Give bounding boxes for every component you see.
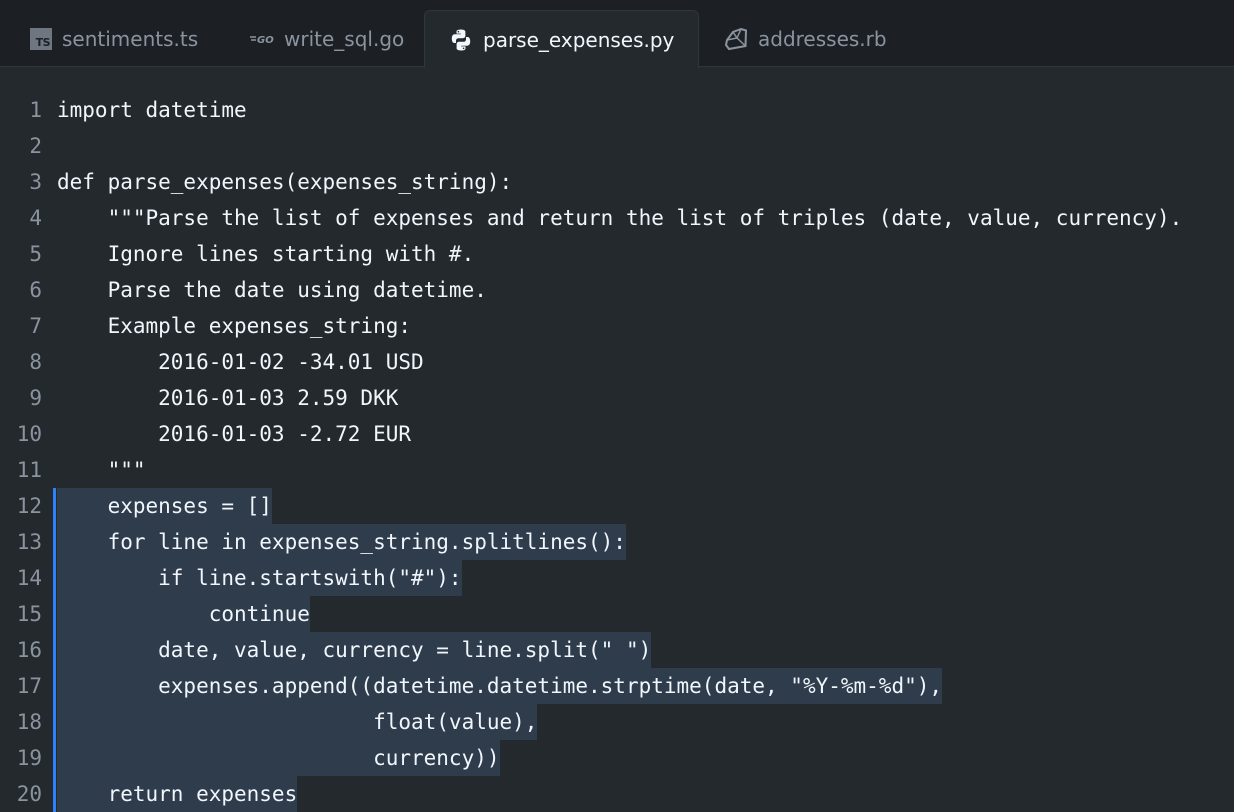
code-line: 9 2016-01-03 2.59 DKK [0,380,1234,416]
svg-text:GO: GO [257,35,274,46]
selection-bar [53,596,56,632]
line-number: 14 [16,566,42,590]
selection-bar [53,560,56,596]
code-text: return expenses [57,776,298,812]
selection-bar [53,632,56,668]
code-line: 2 [0,128,1234,164]
typescript-icon: TS [30,27,52,50]
tab-label: sentiments.ts [62,26,199,51]
line-number: 20 [16,782,42,806]
code-text: import datetime [57,98,247,122]
selection-bar [53,524,56,560]
line-number: 6 [29,278,42,302]
python-icon [449,28,473,52]
code-text: expenses.append((datetime.datetime.strpt… [57,668,943,704]
code-text: float(value), [57,704,538,740]
code-line-selected: 15 continue [0,596,1234,632]
selection-bar [53,704,56,740]
tab-write-sql-go[interactable]: GO write_sql.go [250,10,404,67]
tab-addresses-rb[interactable]: addresses.rb [724,10,887,67]
code-line: 6 Parse the date using datetime. [0,272,1234,308]
code-text: if line.startswith("#"): [57,560,462,596]
code-line-selected: 18 float(value), [0,704,1234,740]
code-text: currency)) [57,740,500,776]
tab-label: parse_expenses.py [483,27,675,52]
line-number: 2 [29,134,42,158]
code-text: Example expenses_string: [57,314,412,338]
selection-bar [53,488,56,524]
code-line: 11 """ [0,452,1234,488]
code-line: 10 2016-01-03 -2.72 EUR [0,416,1234,452]
code-line-selected: 17 expenses.append((datetime.datetime.st… [0,668,1234,704]
code-editor[interactable]: 1 import datetime 2 3 def parse_expenses(e… [0,92,1234,812]
line-number: 19 [16,746,42,770]
code-text: Parse the date using datetime. [57,278,487,302]
code-line: 5 Ignore lines starting with #. [0,236,1234,272]
code-text: """Parse the list of expenses and return… [57,206,1183,230]
line-number: 9 [29,386,42,410]
code-text: date, value, currency = line.split(" ") [57,632,652,668]
code-line: 4 """Parse the list of expenses and retu… [0,200,1234,236]
code-line: 1 import datetime [0,92,1234,128]
line-number: 10 [16,422,42,446]
code-line: 8 2016-01-02 -34.01 USD [0,344,1234,380]
code-line-selected: 16 date, value, currency = line.split(" … [0,632,1234,668]
line-number: 3 [29,170,42,194]
code-line-selected: 19 currency)) [0,740,1234,776]
code-text: def parse_expenses(expenses_string): [57,170,513,194]
go-icon: GO [250,32,274,46]
selection-bar [53,776,56,812]
tab-bar: TS sentiments.ts GO write_sql.go parse_e… [0,0,1234,68]
line-number: 7 [29,314,42,338]
line-number: 18 [16,710,42,734]
code-line-selected: 20 return expenses [0,776,1234,812]
line-number: 8 [29,350,42,374]
line-number: 15 [16,602,42,626]
selection-bar [53,668,56,704]
selection-bar [53,740,56,776]
code-line: 7 Example expenses_string: [0,308,1234,344]
tab-label: addresses.rb [758,26,887,51]
tab-label: write_sql.go [284,26,405,51]
code-line: 3 def parse_expenses(expenses_string): [0,164,1234,200]
line-number: 4 [29,206,42,230]
ruby-icon [724,27,748,51]
line-number: 13 [16,530,42,554]
line-number: 1 [29,98,42,122]
code-line-selected: 13 for line in expenses_string.splitline… [0,524,1234,560]
code-text: """ [57,458,146,482]
tab-sentiments-ts[interactable]: TS sentiments.ts [30,10,198,67]
code-text: 2016-01-03 2.59 DKK [57,386,399,410]
code-line-selected: 14 if line.startswith("#"): [0,560,1234,596]
code-text: 2016-01-02 -34.01 USD [57,350,424,374]
tab-parse-expenses-py[interactable]: parse_expenses.py [424,10,700,68]
code-text: continue [57,596,310,632]
code-line-selected: 12 expenses = [] [0,488,1234,524]
code-text: expenses = [] [57,488,272,524]
code-text: Ignore lines starting with #. [57,242,475,266]
line-number: 17 [16,674,42,698]
line-number: 12 [16,494,42,518]
line-number: 16 [16,638,42,662]
code-text: for line in expenses_string.splitlines()… [57,524,626,560]
line-number: 11 [16,458,42,482]
line-number: 5 [29,242,42,266]
code-text: 2016-01-03 -2.72 EUR [57,422,412,446]
